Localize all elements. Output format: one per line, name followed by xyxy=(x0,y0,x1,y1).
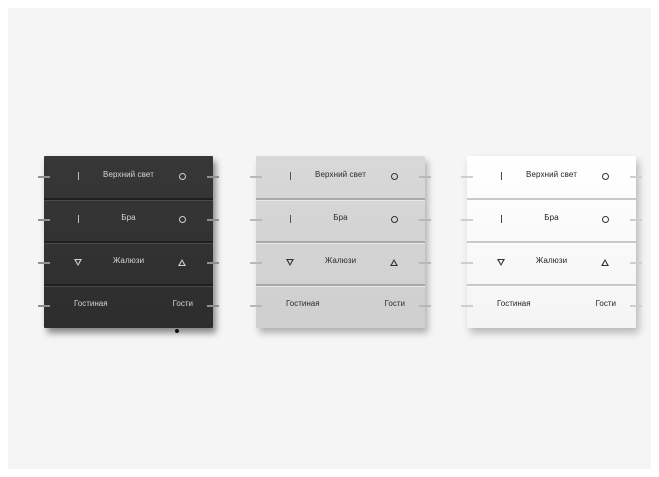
switch-button-row-2[interactable]: Бра xyxy=(38,199,219,242)
side-tick xyxy=(461,305,473,307)
circle-icon xyxy=(177,214,187,224)
product-photo-scene: Верхний свет Бра Жалюзи Гостиная Гости В… xyxy=(8,8,651,469)
switch-button-row-2[interactable]: Бра xyxy=(461,199,642,242)
scene-label: Гости xyxy=(384,299,405,308)
button-label: Жалюзи xyxy=(112,256,145,265)
switch-button-row-3[interactable]: Жалюзи xyxy=(461,242,642,285)
switch-button-row-1[interactable]: Верхний свет xyxy=(38,156,219,199)
switch-button-row-4[interactable]: Гостиная Гости xyxy=(38,285,219,328)
button-label: Верхний свет xyxy=(315,170,366,179)
switch-panel-dark: Верхний свет Бра Жалюзи Гостиная Гости xyxy=(38,156,219,333)
room-label: Гостиная xyxy=(74,299,108,308)
side-tick xyxy=(419,305,431,307)
panel-foot xyxy=(175,329,179,333)
room-label: Гостиная xyxy=(497,299,531,308)
button-label: Верхний свет xyxy=(526,170,577,179)
switch-button-row-3[interactable]: Жалюзи xyxy=(38,242,219,285)
switch-button-row-2[interactable]: Бра xyxy=(250,199,431,242)
side-tick xyxy=(630,305,642,307)
switch-button-row-1[interactable]: Верхний свет xyxy=(461,156,642,199)
switch-panel-white: Верхний свет Бра Жалюзи Гостиная Гости xyxy=(461,156,642,328)
switch-button-row-4[interactable]: Гостиная Гости xyxy=(461,285,642,328)
side-tick xyxy=(207,305,219,307)
button-label: Жалюзи xyxy=(535,256,568,265)
circle-icon xyxy=(177,171,187,181)
circle-icon xyxy=(389,171,399,181)
room-label: Гостиная xyxy=(286,299,320,308)
switch-button-row-3[interactable]: Жалюзи xyxy=(250,242,431,285)
switch-button-row-1[interactable]: Верхний свет xyxy=(250,156,431,199)
button-label: Верхний свет xyxy=(103,170,154,179)
triangle-up-icon xyxy=(389,257,399,267)
triangle-up-icon xyxy=(177,257,187,267)
side-tick xyxy=(38,305,50,307)
triangle-up-icon xyxy=(600,257,610,267)
button-label: Жалюзи xyxy=(324,256,357,265)
circle-icon xyxy=(389,214,399,224)
circle-icon xyxy=(600,214,610,224)
switch-button-row-4[interactable]: Гостиная Гости xyxy=(250,285,431,328)
side-tick xyxy=(250,305,262,307)
switch-panel-grey: Верхний свет Бра Жалюзи Гостиная Гости xyxy=(250,156,431,328)
button-label: Бра xyxy=(121,213,136,222)
circle-icon xyxy=(600,171,610,181)
scene-label: Гости xyxy=(595,299,616,308)
button-label: Бра xyxy=(544,213,559,222)
button-label: Бра xyxy=(333,213,348,222)
scene-label: Гости xyxy=(172,299,193,308)
